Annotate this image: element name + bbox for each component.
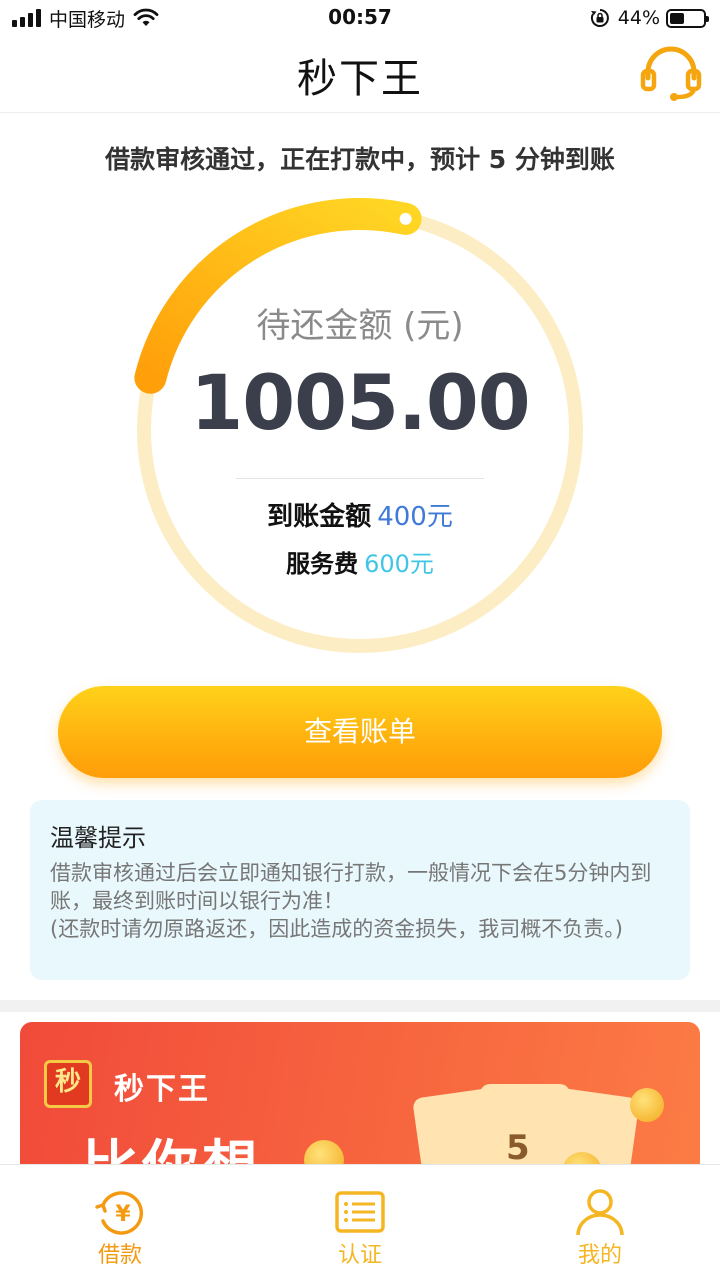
arrival-row: 到账金额 400元 [0, 496, 720, 533]
tips-title: 温馨提示 [50, 824, 146, 852]
tips-body: 借款审核通过后会立即通知银行打款，一般情况下会在5分钟内到账，最终到账时间以银行… [50, 861, 652, 913]
status-bar: 中国移动 00:57 44% [0, 0, 720, 36]
fee-value: 600元 [364, 550, 434, 578]
ring-progress-dot [399, 212, 412, 225]
tab-mine-label: 我的 [577, 1243, 622, 1268]
status-right: 44% [590, 6, 709, 30]
section-divider [0, 1000, 720, 1012]
banner-brand: 秒下王 [114, 1072, 210, 1107]
arrival-label: 到账金额 [267, 502, 372, 532]
user-icon [576, 1189, 624, 1236]
nav-bar: 秒下王 [0, 36, 720, 113]
fee-row: 服务费 600元 [0, 544, 720, 579]
battery-level [670, 12, 685, 24]
arrival-value: 400元 [377, 502, 453, 532]
amount-due-value: 1005.00 [190, 358, 530, 447]
headset-icon[interactable] [640, 44, 702, 102]
tips-note: (还款时请勿原路返还，因此造成的资金损失，我司概不负责。) [50, 917, 623, 941]
svg-text:¥: ¥ [115, 1202, 131, 1227]
tab-loan[interactable]: ¥ 借款 [0, 1165, 240, 1281]
fee-label: 服务费 [286, 550, 359, 578]
loan-status-notice: 借款审核通过，正在打款中，预计 5 分钟到账 [105, 145, 615, 174]
tab-loan-label: 借款 [97, 1243, 142, 1268]
tips-card: 温馨提示 借款审核通过后会立即通知银行打款，一般情况下会在5分钟内到账，最终到账… [30, 800, 690, 980]
ring-progress-arc [134, 198, 422, 394]
ring-divider [236, 478, 484, 479]
tab-verify-label: 认证 [337, 1243, 382, 1268]
coupon-number: 5 [506, 1128, 530, 1168]
loan-yen-icon: ¥ [95, 1191, 144, 1235]
view-bill-button[interactable]: 查看账单 [58, 686, 662, 778]
coin-icon [630, 1088, 664, 1122]
tab-mine[interactable]: 我的 [480, 1165, 720, 1281]
id-card-icon [335, 1191, 385, 1233]
amount-due-label: 待还金额 (元) [256, 306, 464, 346]
battery-icon [666, 8, 709, 28]
battery-percent: 44% [617, 7, 660, 29]
orientation-lock-icon [590, 9, 609, 27]
tab-verify[interactable]: 认证 [240, 1165, 480, 1281]
brand-logo: 秒 [44, 1060, 92, 1108]
page-title: 秒下王 [297, 56, 423, 102]
tab-bar: ¥ 借款 认证 我的 [0, 1164, 720, 1281]
